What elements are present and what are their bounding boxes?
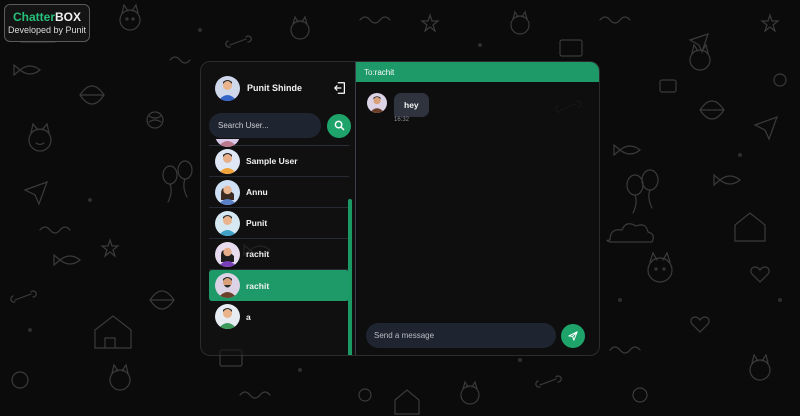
brand-title-part1: Chatter [12, 10, 55, 24]
avatar-female-icon [215, 179, 240, 205]
brand-subtitle: Developed by Punit [7, 25, 87, 35]
brand-badge: ChatterBOX Developed by Punit [4, 4, 90, 42]
message-composer [366, 323, 593, 348]
user-list-item[interactable]: Punit [209, 208, 349, 239]
user-name: rachit [246, 249, 270, 259]
sender-avatar [367, 93, 387, 113]
user-name: Annu [246, 187, 268, 197]
message-row: hey [367, 93, 429, 117]
user-name: Punit [246, 218, 268, 228]
sidebar: Punit Shinde Sample User [201, 62, 356, 355]
chat-header: To:rachit [356, 62, 599, 82]
current-user-name: Punit Shinde [247, 83, 302, 93]
recipient-name: rachit [374, 68, 395, 77]
avatar-male-icon [215, 210, 240, 236]
search-button[interactable] [327, 113, 351, 138]
avatar-male-icon [215, 273, 240, 298]
user-list-scrollbar[interactable] [348, 199, 352, 355]
user-list-item-active[interactable]: rachit [209, 270, 349, 301]
user-list-item[interactable]: Annu [209, 177, 349, 208]
logout-icon[interactable] [333, 81, 347, 95]
user-list-item[interactable]: rachit [209, 239, 349, 270]
user-name: rachit [246, 280, 270, 291]
search-input[interactable] [209, 113, 321, 138]
send-button[interactable] [561, 323, 585, 348]
send-icon [568, 330, 578, 341]
search-icon [334, 120, 344, 131]
list-item-partial[interactable] [209, 139, 349, 147]
user-list: Sample User Annu Punit rachit rachit a [209, 139, 349, 355]
current-user-header: Punit Shinde [209, 72, 351, 104]
message-input[interactable] [366, 323, 556, 348]
search-bar [209, 113, 351, 138]
user-name: a [246, 311, 251, 322]
to-label: To: [364, 68, 375, 77]
avatar-female-icon [215, 241, 240, 267]
user-name: Sample User [246, 156, 298, 166]
chat-panel: To:rachit hey 16:32 [356, 62, 599, 355]
current-user-avatar [215, 75, 240, 101]
avatar-male-icon [215, 304, 240, 329]
chat-app-window: Punit Shinde Sample User [200, 61, 600, 356]
message-bubble: hey [394, 93, 429, 117]
brand-title: ChatterBOX [5, 10, 89, 24]
user-list-item[interactable]: a [209, 301, 349, 332]
brand-title-part2: BOX [55, 10, 82, 24]
avatar-male-icon [215, 148, 240, 174]
message-time: 16:32 [394, 117, 410, 123]
user-list-item[interactable]: Sample User [209, 146, 349, 177]
